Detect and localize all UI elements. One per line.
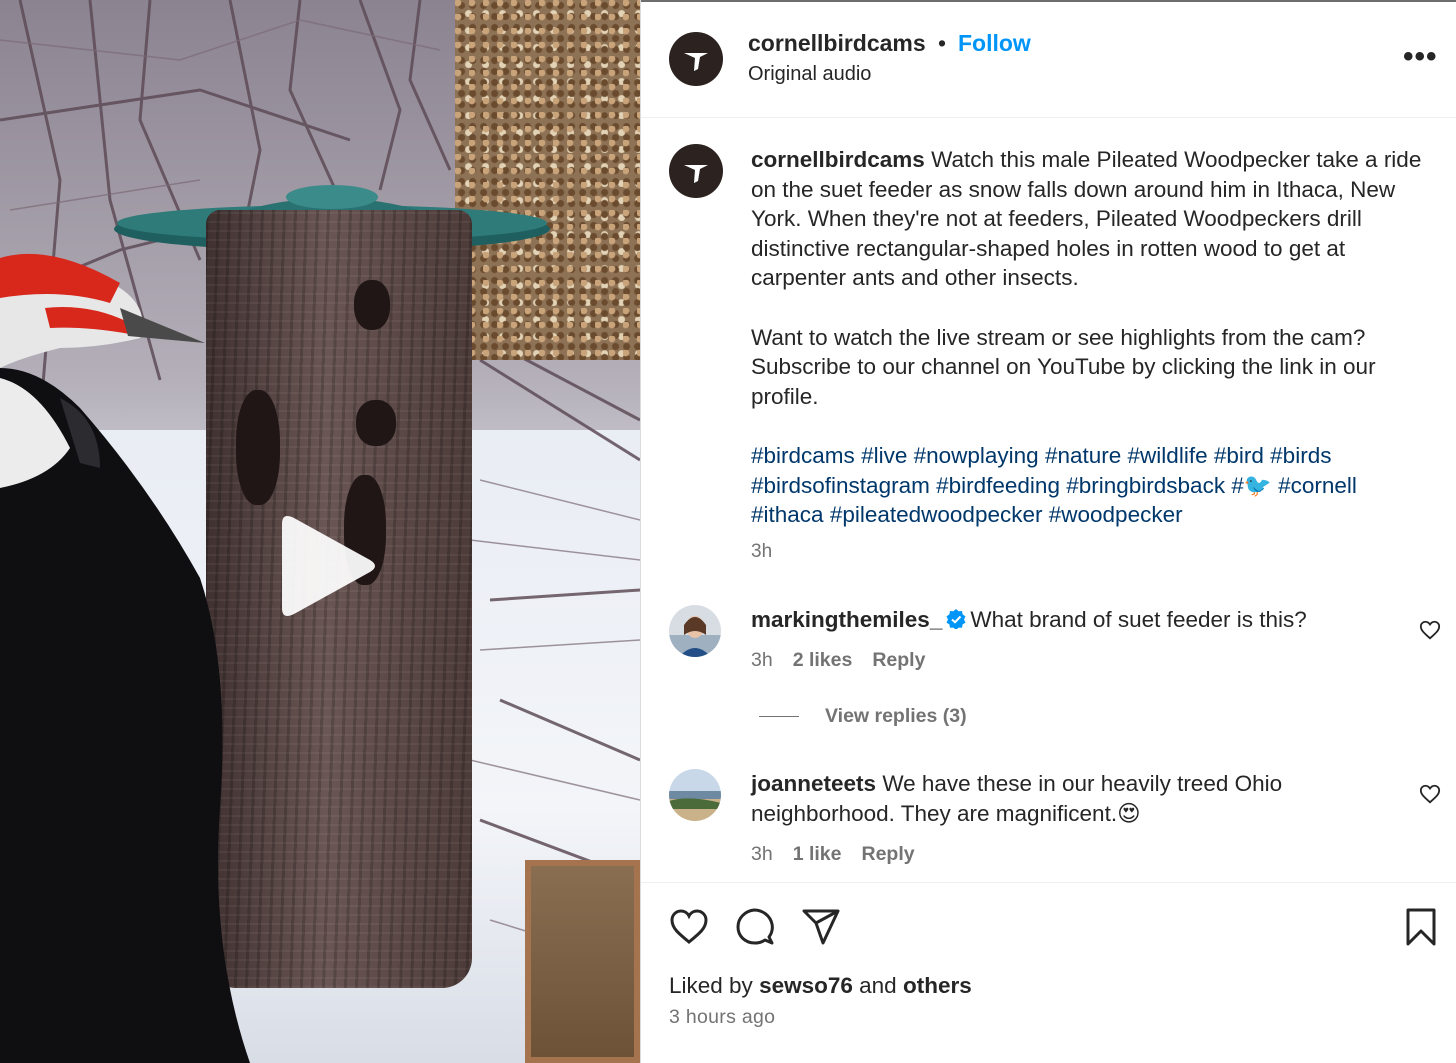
comment-icon[interactable] xyxy=(735,907,775,947)
cornell-hummingbird-logo-icon xyxy=(684,165,708,183)
hashtag[interactable]: #bird xyxy=(1214,443,1264,468)
cornell-hummingbird-logo-icon xyxy=(684,53,708,71)
paper-plane-icon[interactable] xyxy=(801,907,841,947)
comment-likes[interactable]: 1 like xyxy=(793,843,842,866)
liked-by-prefix: Liked by xyxy=(669,973,753,998)
separator-dot: • xyxy=(938,30,947,56)
view-replies-button[interactable]: View replies (3) xyxy=(759,705,967,728)
hashtag-list: #birdcams #live #nowplaying #nature #wil… xyxy=(751,441,1431,530)
avatar-photo xyxy=(669,769,721,821)
seed-feeder xyxy=(455,0,640,360)
replies-divider xyxy=(759,716,799,717)
hashtag[interactable]: #birdfeeding xyxy=(936,473,1060,498)
comment-time[interactable]: 3h xyxy=(751,649,773,672)
hashtag[interactable]: #birds xyxy=(1270,443,1331,468)
caption-avatar[interactable] xyxy=(669,144,723,198)
post-username[interactable]: cornellbirdcams xyxy=(748,30,926,57)
avatar-photo xyxy=(669,605,721,657)
comment-username[interactable]: joanneteets xyxy=(751,771,876,796)
verified-badge-icon xyxy=(946,609,966,629)
caption-timestamp[interactable]: 3h xyxy=(751,541,772,563)
hashtag[interactable]: #🐦 xyxy=(1231,473,1272,498)
comment-body: markingthemiles_ What brand of suet feed… xyxy=(751,605,1401,635)
view-replies-label: View replies (3) xyxy=(825,705,967,727)
caption-text-2: Want to watch the live stream or see hig… xyxy=(751,324,1376,409)
hashtag[interactable]: #wildlife xyxy=(1128,443,1208,468)
liked-by-and: and xyxy=(859,973,897,998)
hashtag[interactable]: #pileatedwoodpecker xyxy=(830,502,1043,527)
reply-button[interactable]: Reply xyxy=(872,649,925,672)
reply-button[interactable]: Reply xyxy=(862,843,915,866)
caption-username[interactable]: cornellbirdcams xyxy=(751,147,925,172)
platform-feeder xyxy=(525,860,640,1063)
post-detail-panel: cornellbirdcams • Follow Original audio … xyxy=(640,0,1456,1063)
follow-button[interactable]: Follow xyxy=(958,30,1031,57)
more-options-icon[interactable]: ••• xyxy=(1403,42,1438,72)
action-bar: Liked by sewso76 and others 3 hours ago xyxy=(641,882,1456,1063)
comment-meta: 3h 2 likes Reply xyxy=(751,649,925,672)
commenter-avatar[interactable] xyxy=(669,769,721,821)
bookmark-icon[interactable] xyxy=(1401,907,1441,947)
audio-label[interactable]: Original audio xyxy=(748,63,871,86)
heart-icon[interactable] xyxy=(669,907,709,947)
comment-text: What brand of suet feeder is this? xyxy=(970,607,1307,632)
hashtag[interactable]: #nowplaying xyxy=(914,443,1039,468)
hashtag[interactable]: #woodpecker xyxy=(1049,502,1183,527)
comment-username[interactable]: markingthemiles_ xyxy=(751,607,942,632)
hashtag[interactable]: #bringbirdsback xyxy=(1066,473,1225,498)
comment-heart-icon[interactable] xyxy=(1419,783,1441,805)
hashtag[interactable]: #nature xyxy=(1045,443,1121,468)
profile-avatar[interactable] xyxy=(669,32,723,86)
pileated-woodpecker xyxy=(0,253,250,1063)
hashtag[interactable]: #birdcams xyxy=(751,443,855,468)
hashtag[interactable]: #cornell xyxy=(1278,473,1357,498)
comment-meta: 3h 1 like Reply xyxy=(751,843,915,866)
comment-heart-icon[interactable] xyxy=(1419,619,1441,641)
comment-likes[interactable]: 2 likes xyxy=(793,649,853,672)
liked-by-line: Liked by sewso76 and others xyxy=(669,973,972,999)
liked-by-user[interactable]: sewso76 xyxy=(759,973,853,998)
hashtag[interactable]: #ithaca xyxy=(751,502,824,527)
comment-body: joanneteets We have these in our heavily… xyxy=(751,769,1401,828)
liked-by-others[interactable]: others xyxy=(903,973,972,998)
post-header: cornellbirdcams • Follow Original audio … xyxy=(641,0,1456,118)
hashtag[interactable]: #birdsofinstagram xyxy=(751,473,930,498)
play-icon[interactable] xyxy=(272,510,380,622)
hashtag[interactable]: #live xyxy=(861,443,907,468)
post-timestamp[interactable]: 3 hours ago xyxy=(669,1006,775,1029)
video-player[interactable] xyxy=(0,0,640,1063)
commenter-avatar[interactable] xyxy=(669,605,721,657)
comment-time[interactable]: 3h xyxy=(751,843,773,866)
post-caption: cornellbirdcams Watch this male Pileated… xyxy=(751,145,1431,530)
